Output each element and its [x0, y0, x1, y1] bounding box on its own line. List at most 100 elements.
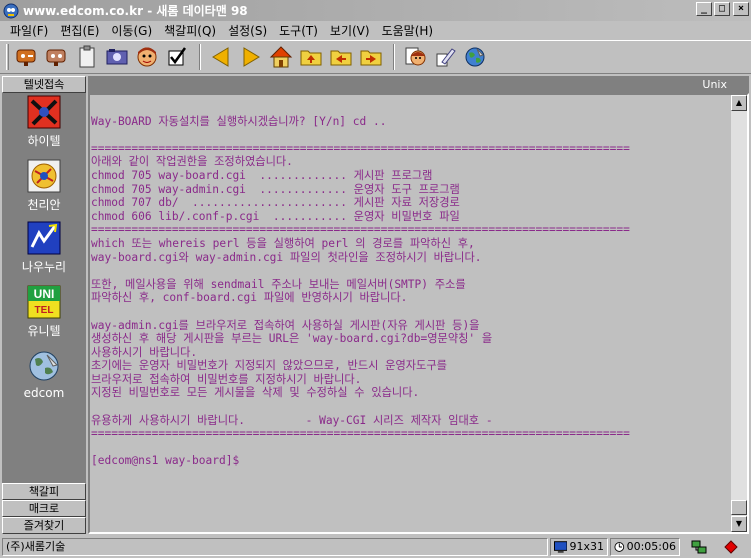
maximize-button[interactable]: □ — [714, 2, 730, 16]
check-icon[interactable] — [163, 43, 191, 71]
toolbar-separator — [393, 44, 395, 70]
disconnect-icon[interactable] — [43, 43, 71, 71]
shortcut-label-edcom: edcom — [23, 386, 65, 400]
window-title: www.edcom.co.kr - 새롬 데이타맨 98 — [23, 4, 248, 18]
sidebar-tab-macro[interactable]: 매크로 — [2, 500, 86, 517]
network-icon[interactable] — [691, 540, 707, 554]
hitel-icon — [27, 95, 61, 129]
shortcut-panel: 하이텔 천리안 나우누리 UNI TEL 유니텔 edcom — [2, 93, 86, 490]
terminal-line: chmod 707 db/ ....................... 게시… — [91, 196, 460, 210]
menu-bar: 파일(F) 편집(E) 이동(G) 책갈피(Q) 설정(S) 도구(T) 보기(… — [0, 21, 751, 40]
status-company-panel: (주)새롬기술 — [2, 538, 548, 556]
terminal-line: 또한, 메일사용을 위해 sendmail 주소나 보내는 메일서버(SMTP)… — [91, 277, 466, 291]
terminal-frame: Way-BOARD 자동설치를 실행하시겠습니까? [Y/n] cd .. ===… — [88, 93, 749, 534]
menu-settings[interactable]: 설정(S) — [222, 22, 273, 39]
chollian-icon — [27, 159, 61, 193]
edit-icon[interactable] — [431, 43, 459, 71]
terminal-line: ========================================… — [91, 223, 630, 237]
shortcut-label-unitel: 유니텔 — [27, 324, 61, 338]
shortcut-label-chollian: 천리안 — [27, 198, 61, 212]
menu-edit[interactable]: 편집(E) — [54, 22, 105, 39]
dataman-app-icon[interactable] — [3, 3, 19, 19]
capture-icon[interactable] — [103, 43, 131, 71]
toolbar — [0, 40, 751, 74]
edcom-globe-icon — [29, 351, 59, 381]
terminal-line: chmod 705 way-board.cgi ............. 게시… — [91, 168, 433, 182]
scroll-up-button[interactable]: ▲ — [731, 95, 747, 111]
next-folder-icon[interactable] — [357, 43, 385, 71]
scroll-down-button[interactable]: ▼ — [731, 516, 747, 532]
terminal-line: chmod 705 way-admin.cgi ............. 운영… — [91, 182, 460, 196]
unitel-logo-top: UNI — [34, 287, 55, 301]
up-folder-icon[interactable] — [297, 43, 325, 71]
screen-icon — [554, 541, 568, 553]
close-button[interactable]: × — [733, 2, 749, 16]
sidebar: 텔넷접속 하이텔 천리안 나우누리 UNI TEL 유니텔 edcom 책갈피 … — [2, 76, 86, 534]
sidebar-tab-favorites[interactable]: 즐겨찾기 — [2, 517, 86, 534]
shortcut-unitel[interactable]: UNI TEL 유니텔 — [2, 285, 86, 339]
toolbar-grip[interactable] — [6, 44, 9, 70]
nownuri-icon — [27, 221, 61, 255]
sidebar-tab-telnet[interactable]: 텔넷접속 — [2, 76, 86, 93]
menu-bookmarks[interactable]: 책갈피(Q) — [158, 22, 222, 39]
menu-file[interactable]: 파일(F) — [4, 22, 54, 39]
terminal-line: 브라우저로 접속하여 비밀번호를 지정하시기 바랍니다. — [91, 372, 362, 386]
terminal-line: [edcom@ns1 way-board]$ — [91, 454, 240, 468]
terminal-line: 사용하시기 바랍니다. — [91, 345, 198, 359]
terminal-line: which 또는 whereis perl 등을 실행하여 perl 의 경로를… — [91, 236, 475, 250]
status-indicators — [682, 538, 746, 556]
terminal-line: way-admin.cgi를 브라우저로 접속하여 사용하실 게시판(자유 게시… — [91, 318, 480, 332]
forward-arrow-icon[interactable] — [237, 43, 265, 71]
terminal-line: 파악하신 후, conf-board.cgi 파일에 반영하시기 바랍니다. — [91, 291, 408, 305]
globe-icon[interactable] — [461, 43, 489, 71]
title-bar[interactable]: www.edcom.co.kr - 새롬 데이타맨 98 _ □ × — [0, 0, 751, 21]
menu-tools[interactable]: 도구(T) — [273, 22, 324, 39]
terminal-line: 초기에는 운영자 비밀번호가 지정되지 않았으므로, 반드시 운영자도구를 — [91, 359, 447, 373]
emulation-label: Unix — [702, 78, 727, 91]
shortcut-hitel[interactable]: 하이텔 — [2, 95, 86, 149]
status-timer: 00:05:06 — [626, 540, 676, 553]
help-person-icon[interactable] — [401, 43, 429, 71]
unitel-logo-bottom: TEL — [35, 305, 54, 316]
clock-icon — [614, 542, 625, 552]
terminal-line: chmod 606 lib/.conf-p.cgi ........... 운영… — [91, 209, 460, 223]
terminal-line: way-board.cgi와 way-admin.cgi 파일의 첫라인을 조정… — [91, 250, 482, 264]
terminal-line: 유용하게 사용하시기 바랍니다. - Way-CGI 시리즈 제작자 임대호 - — [91, 413, 493, 427]
terminal-line: 생성하신 후 해당 게시판을 부르는 URL은 'way-board.cgi?d… — [91, 332, 493, 346]
back-arrow-icon[interactable] — [207, 43, 235, 71]
menu-go[interactable]: 이동(G) — [105, 22, 158, 39]
shortcut-chollian[interactable]: 천리안 — [2, 159, 86, 213]
shortcut-label-nownuri: 나우누리 — [21, 260, 67, 274]
home-icon[interactable] — [267, 43, 295, 71]
terminal-line: ========================================… — [91, 427, 630, 441]
clipboard-icon[interactable] — [73, 43, 101, 71]
unitel-icon: UNI TEL — [27, 285, 61, 319]
avatar-icon[interactable] — [133, 43, 161, 71]
terminal-header: Unix — [88, 76, 749, 93]
menu-view[interactable]: 보기(V) — [324, 22, 376, 39]
shortcut-nownuri[interactable]: 나우누리 — [2, 221, 86, 275]
terminal-line: Way-BOARD 자동설치를 실행하시겠습니까? [Y/n] cd .. — [91, 114, 387, 128]
minimize-button[interactable]: _ — [696, 2, 712, 16]
menu-help[interactable]: 도움말(H) — [376, 22, 440, 39]
prev-folder-icon[interactable] — [327, 43, 355, 71]
connect-icon[interactable] — [13, 43, 41, 71]
terminal-line: ========================================… — [91, 141, 630, 155]
terminal-line: 아래와 같이 작업권한을 조정하였습니다. — [91, 155, 293, 169]
shortcut-label-hitel: 하이텔 — [27, 134, 61, 148]
status-bar: (주)새롬기술 91x31 00:05:06 — [0, 536, 751, 558]
toolbar-separator — [199, 44, 201, 70]
status-size: 91x31 — [569, 540, 604, 553]
terminal-screen[interactable]: Way-BOARD 자동설치를 실행하시겠습니까? [Y/n] cd .. ===… — [90, 95, 731, 532]
shortcut-edcom[interactable]: edcom — [2, 349, 86, 400]
scroll-thumb[interactable] — [731, 500, 747, 515]
connection-status-icon[interactable] — [723, 540, 738, 554]
sidebar-tab-bookmarks[interactable]: 책갈피 — [2, 483, 86, 500]
vertical-scrollbar[interactable]: ▲ ▼ — [731, 95, 747, 532]
status-company: (주)새롬기술 — [6, 540, 66, 553]
